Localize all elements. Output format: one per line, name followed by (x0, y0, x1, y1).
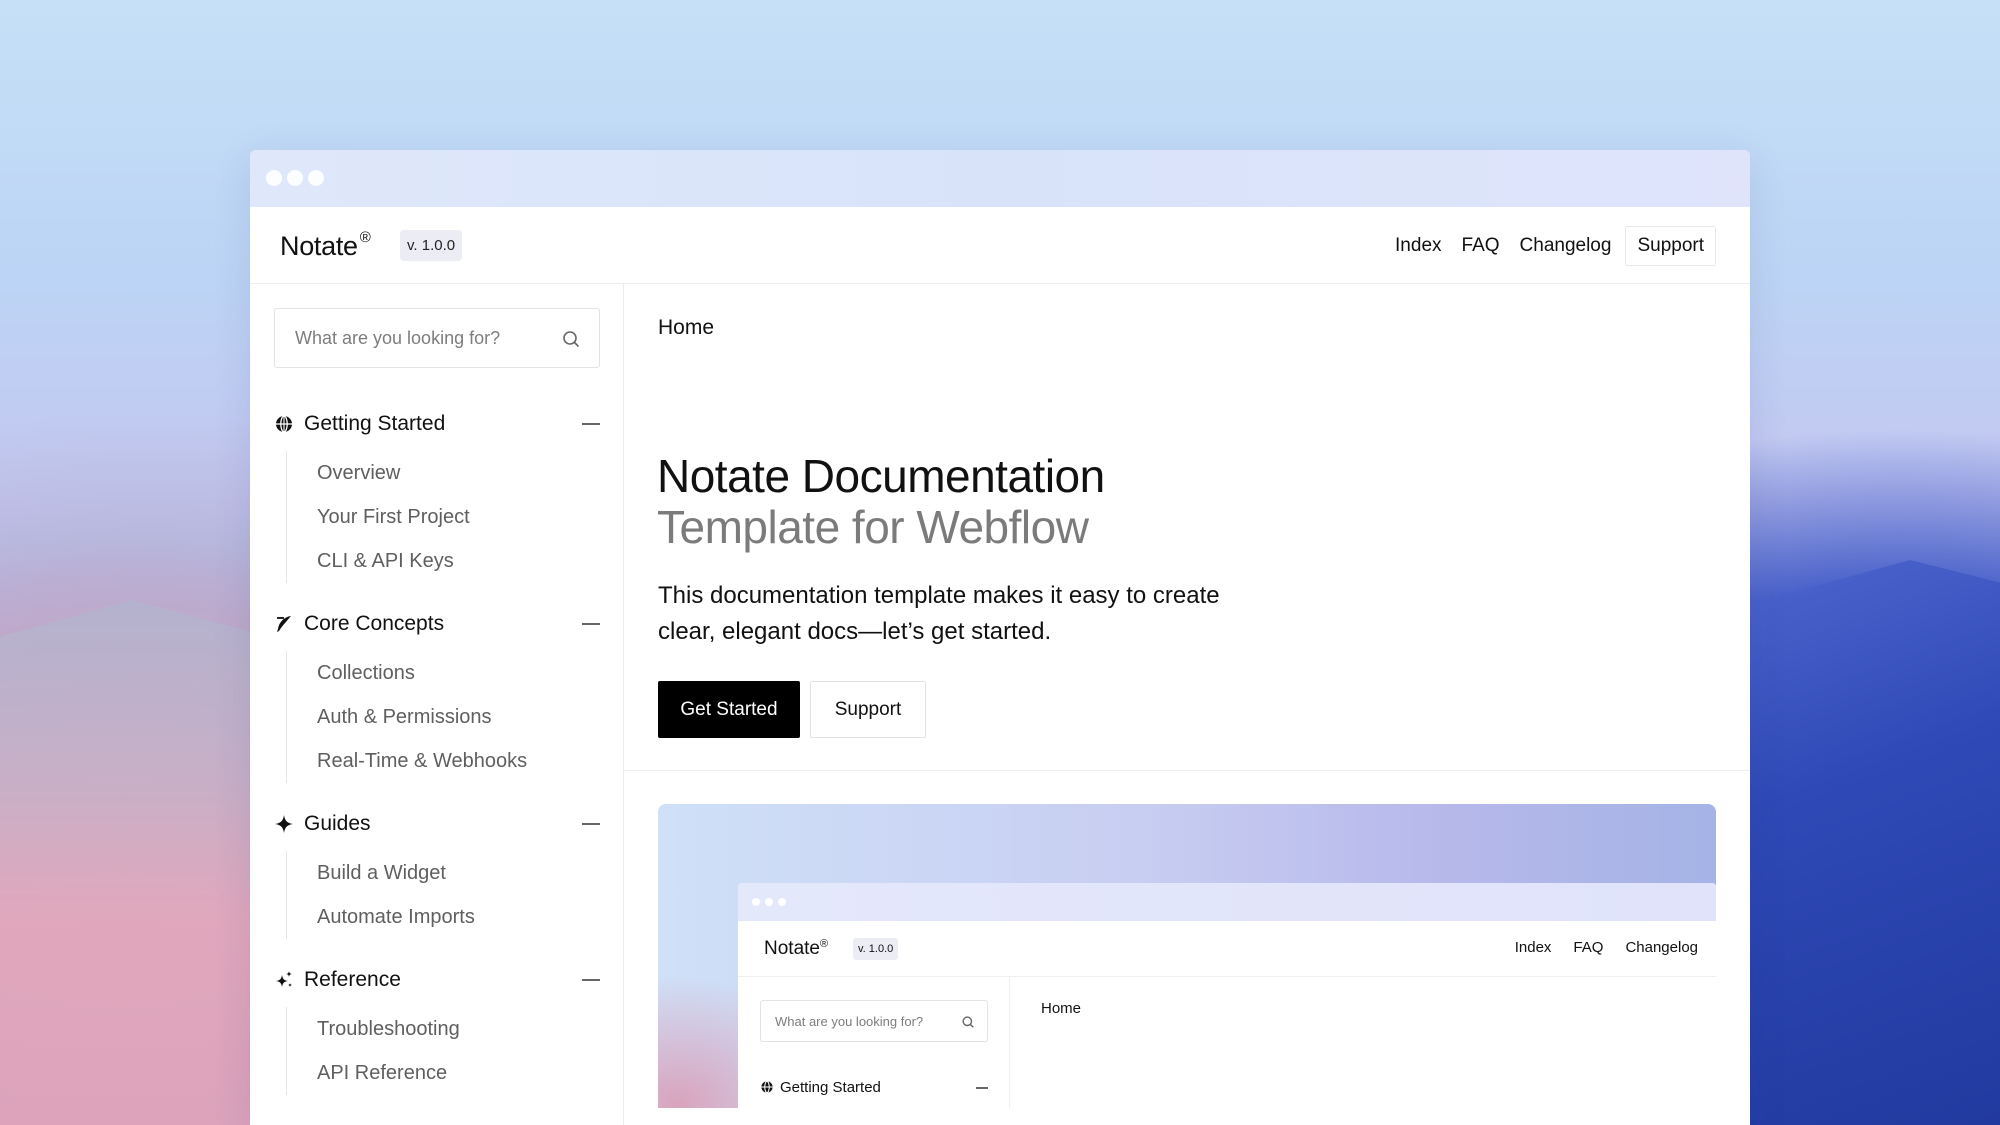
nav-link-index[interactable]: Index (1395, 226, 1441, 266)
nav-link-faq[interactable]: FAQ (1462, 226, 1500, 266)
breadcrumb[interactable]: Home (658, 316, 714, 340)
quill-icon (277, 616, 291, 632)
preview-search: What are you looking for? (760, 1000, 988, 1042)
collapse-icon[interactable] (582, 423, 600, 425)
sidebar-item-auth-permissions[interactable]: Auth & Permissions (287, 695, 600, 739)
section-title: Getting Started (304, 412, 446, 435)
sidebar-item-automate-imports[interactable]: Automate Imports (287, 895, 600, 939)
preview-sidebar: What are you looking for? Getting Starte… (738, 977, 1010, 1108)
preview-nav: Notate® v. 1.0.0 Index FAQ Changelog (738, 921, 1716, 977)
preview-section: Getting Started (760, 1076, 988, 1100)
nav-link-changelog[interactable]: Changelog (1520, 226, 1612, 266)
collapse-icon[interactable] (582, 979, 600, 981)
browser-window: Notate ® v. 1.0.0 Index FAQ Changelog Sup… (250, 150, 1750, 1125)
collapse-icon[interactable] (582, 623, 600, 625)
section-header[interactable]: Core Concepts (274, 608, 600, 642)
window-dot-minimize[interactable] (287, 170, 303, 186)
support-button[interactable]: Support (810, 681, 926, 738)
window-dot-close[interactable] (266, 170, 282, 186)
preview-globe-icon (761, 1080, 773, 1094)
sidebar-item-cli-api-keys[interactable]: CLI & API Keys (287, 539, 600, 583)
preview-version-badge: v. 1.0.0 (853, 938, 899, 960)
search-input[interactable]: What are you looking for? (274, 308, 600, 368)
window-dot-maximize[interactable] (308, 170, 324, 186)
sidebar-item-build-a-widget[interactable]: Build a Widget (287, 851, 600, 895)
page-subtitle: Template for Webflow (657, 501, 1089, 553)
preview-breadcrumb: Home (1041, 1000, 1082, 1017)
preview-dot (765, 898, 773, 906)
preview-link-changelog: Changelog (1625, 939, 1698, 956)
preview-link-faq: FAQ (1573, 939, 1604, 956)
brand-logo[interactable]: Notate ® (280, 229, 371, 262)
sidebar: What are you looking for? Getting Starte… (250, 284, 624, 1125)
section-reference: Reference Troubleshooting API Reference (274, 964, 600, 1095)
preview-titlebar (738, 883, 1716, 921)
preview-brand-mark: ® (819, 938, 829, 950)
search-placeholder: What are you looking for? (295, 328, 501, 348)
sparkles-icon (276, 971, 292, 987)
section-title: Core Concepts (304, 612, 445, 635)
preview-brand-name: Notate (764, 938, 820, 959)
get-started-button[interactable]: Get Started (658, 681, 800, 738)
brand-registered-mark: ® (359, 229, 371, 246)
preview-window: Notate® v. 1.0.0 Index FAQ Changelog Wha… (738, 883, 1716, 1108)
nav-links: Index FAQ Changelog Support (1395, 226, 1716, 266)
divider (624, 770, 1750, 771)
collapse-icon[interactable] (582, 823, 600, 825)
preview-dot (752, 898, 760, 906)
nav-support-button[interactable]: Support (1625, 226, 1716, 266)
section-items: Troubleshooting API Reference (286, 1007, 600, 1095)
section-items: Collections Auth & Permissions Real-Time… (286, 651, 600, 783)
preview-image: Notate® v. 1.0.0 Index FAQ Changelog Wha… (658, 804, 1716, 1108)
section-title: Reference (304, 968, 401, 991)
section-items: Overview Your First Project CLI & API Ke… (286, 451, 600, 583)
preview-search-icon (962, 1016, 974, 1028)
section-guides: Guides Build a Widget Automate Imports (274, 808, 600, 939)
section-header[interactable]: Reference (274, 964, 600, 998)
section-header[interactable]: Getting Started (274, 408, 600, 442)
preview-dot (778, 898, 786, 906)
sidebar-item-real-time-webhooks[interactable]: Real-Time & Webhooks (287, 739, 600, 783)
search-icon[interactable] (561, 329, 581, 349)
sidebar-item-your-first-project[interactable]: Your First Project (287, 495, 600, 539)
section-getting-started: Getting Started Overview Your First Proj… (274, 408, 600, 583)
page-description: This documentation template makes it eas… (658, 582, 1220, 645)
globe-icon (276, 415, 292, 433)
preview-collapse-icon (976, 1087, 988, 1089)
section-header[interactable]: Guides (274, 808, 600, 842)
sparkle-icon (275, 815, 293, 833)
sidebar-item-overview[interactable]: Overview (287, 451, 600, 495)
version-badge: v. 1.0.0 (400, 230, 463, 261)
window-titlebar (250, 150, 1750, 207)
sidebar-item-troubleshooting[interactable]: Troubleshooting (287, 1007, 600, 1051)
preview-brand: Notate® (764, 938, 828, 960)
section-items: Build a Widget Automate Imports (286, 851, 600, 939)
top-navigation: Notate ® v. 1.0.0 Index FAQ Changelog Sup… (250, 207, 1750, 284)
preview-section-title: Getting Started (780, 1079, 881, 1096)
preview-search-placeholder: What are you looking for? (775, 1014, 924, 1029)
preview-nav-links: Index FAQ Changelog (1493, 939, 1698, 956)
page-title: Notate Documentation (657, 450, 1105, 502)
section-core-concepts: Core Concepts Collections Auth & Permiss… (274, 608, 600, 783)
preview-link-index: Index (1514, 939, 1552, 956)
section-title: Guides (304, 812, 371, 835)
sidebar-item-api-reference[interactable]: API Reference (287, 1051, 600, 1095)
sidebar-item-collections[interactable]: Collections (287, 651, 600, 695)
brand-name: Notate (280, 231, 358, 261)
